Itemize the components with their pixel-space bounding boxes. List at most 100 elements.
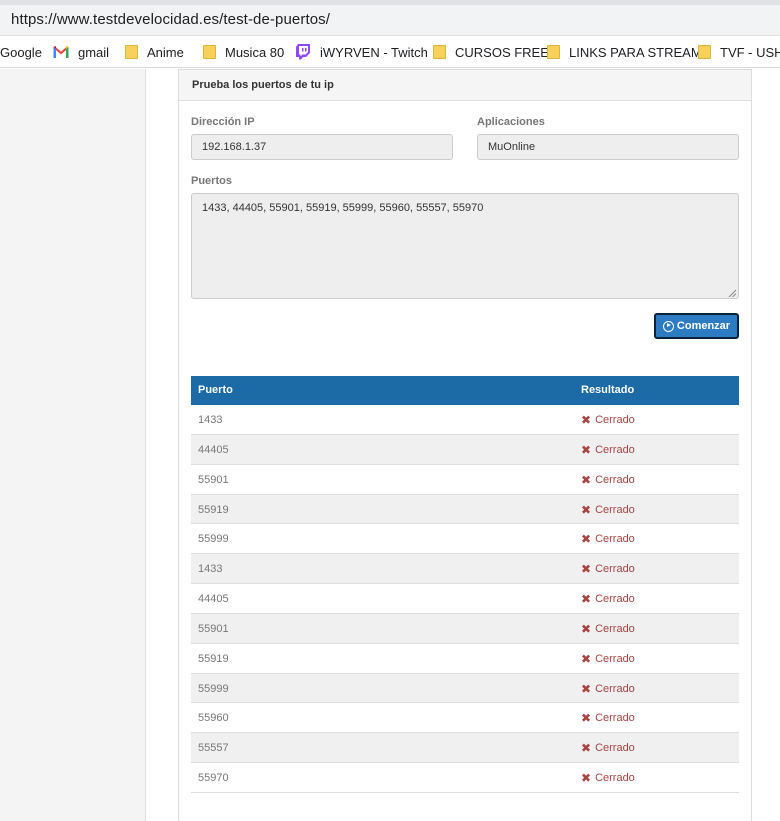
ip-value: 192.168.1.37 bbox=[202, 141, 267, 153]
address-bar[interactable]: https://www.testdevelocidad.es/test-de-p… bbox=[0, 5, 780, 36]
bookmark-google[interactable]: Google bbox=[0, 36, 42, 67]
bookmark-label: gmail bbox=[78, 44, 110, 60]
resize-handle-icon[interactable] bbox=[728, 288, 737, 298]
play-circle-icon bbox=[662, 320, 674, 332]
result-cell: ✖ Cerrado bbox=[581, 444, 635, 456]
bookmark-links-para-stream[interactable]: LINKS PARA STREAM bbox=[547, 36, 702, 67]
result-status: Cerrado bbox=[595, 473, 635, 486]
port-test-panel: Prueba los puertos de tu ip Dirección IP… bbox=[178, 69, 752, 821]
table-row: 55919 ✖ Cerrado bbox=[191, 494, 739, 525]
twitch-icon bbox=[296, 44, 311, 60]
result-status: Cerrado bbox=[595, 682, 635, 695]
bookmark-label: Google bbox=[0, 44, 42, 60]
close-x-icon: ✖ bbox=[581, 711, 592, 726]
port-cell: 55970 bbox=[198, 772, 229, 785]
result-cell: ✖ Cerrado bbox=[581, 623, 635, 635]
bookmark-anime[interactable]: Anime bbox=[125, 36, 184, 67]
port-cell: 55901 bbox=[198, 622, 229, 635]
panel-title: Prueba los puertos de tu ip bbox=[179, 70, 751, 101]
result-cell: ✖ Cerrado bbox=[581, 563, 635, 575]
col-result-header: Resultado bbox=[581, 384, 635, 396]
port-cell: 55919 bbox=[198, 652, 229, 665]
result-status: Cerrado bbox=[595, 414, 635, 426]
bookmark-label: Anime bbox=[147, 44, 184, 60]
bookmark-label: CURSOS FREE bbox=[455, 44, 549, 60]
folder-icon bbox=[203, 45, 216, 59]
table-header: Puerto Resultado bbox=[191, 376, 739, 405]
close-x-icon: ✖ bbox=[581, 771, 592, 786]
result-status: Cerrado bbox=[595, 742, 635, 755]
ip-label: Dirección IP bbox=[191, 116, 255, 128]
result-cell: ✖ Cerrado bbox=[581, 683, 635, 695]
col-port-header: Puerto bbox=[198, 384, 233, 396]
bookmark-cursos-free[interactable]: CURSOS FREE bbox=[433, 36, 549, 67]
bookmark-label: iWYRVEN - Twitch bbox=[320, 44, 428, 60]
result-cell: ✖ Cerrado bbox=[581, 653, 635, 665]
close-x-icon: ✖ bbox=[581, 592, 592, 607]
folder-icon bbox=[547, 45, 560, 59]
port-cell: 55919 bbox=[198, 503, 229, 516]
close-x-icon: ✖ bbox=[581, 651, 592, 666]
result-cell: ✖ Cerrado bbox=[581, 414, 635, 426]
start-button[interactable]: Comenzar bbox=[654, 313, 739, 339]
table-row: 55960 ✖ Cerrado bbox=[191, 703, 739, 734]
result-status: Cerrado bbox=[595, 503, 635, 516]
result-status: Cerrado bbox=[595, 772, 635, 785]
bookmark-label: TVF - USH bbox=[720, 44, 780, 60]
table-row: 44405 ✖ Cerrado bbox=[191, 434, 739, 465]
bookmark-twitch[interactable]: iWYRVEN - Twitch bbox=[296, 36, 428, 67]
result-cell: ✖ Cerrado bbox=[581, 593, 635, 605]
table-row: 1433 ✖ Cerrado bbox=[191, 554, 739, 585]
result-status: Cerrado bbox=[595, 563, 635, 576]
port-cell: 1433 bbox=[198, 414, 223, 426]
table-row: 55999 ✖ Cerrado bbox=[191, 524, 739, 555]
ports-value: 1433, 44405, 55901, 55919, 55999, 55960,… bbox=[202, 202, 484, 214]
port-cell: 55960 bbox=[198, 712, 229, 725]
result-status: Cerrado bbox=[595, 443, 635, 456]
gmail-icon bbox=[53, 45, 69, 59]
close-x-icon: ✖ bbox=[581, 532, 592, 547]
close-x-icon: ✖ bbox=[581, 413, 592, 427]
bookmark-gmail[interactable]: gmail bbox=[53, 36, 110, 67]
result-status: Cerrado bbox=[595, 712, 635, 725]
folder-icon bbox=[125, 45, 138, 59]
close-x-icon: ✖ bbox=[581, 442, 592, 457]
results-table: Puerto Resultado 1433 ✖ Cerrado 44405 ✖ Cerra… bbox=[191, 376, 739, 793]
bookmark-musica-80[interactable]: Musica 80 bbox=[203, 36, 285, 67]
table-row: 55901 ✖ Cerrado bbox=[191, 613, 739, 644]
ip-input[interactable]: 192.168.1.37 bbox=[191, 134, 453, 160]
table-body: 1433 ✖ Cerrado 44405 ✖ Cerrado 55901 ✖ Cerrado 55… bbox=[191, 405, 739, 793]
port-cell: 44405 bbox=[198, 593, 229, 606]
ports-textarea[interactable]: 1433, 44405, 55901, 55919, 55999, 55960,… bbox=[191, 193, 739, 299]
port-cell: 55999 bbox=[198, 533, 229, 546]
bookmarks-bar: Google gmail Anime Musica 80 iWYRVEN - T… bbox=[0, 36, 780, 68]
port-cell: 55999 bbox=[198, 682, 229, 695]
start-button-label: Comenzar bbox=[676, 320, 731, 332]
table-row: 44405 ✖ Cerrado bbox=[191, 584, 739, 614]
close-x-icon: ✖ bbox=[581, 502, 592, 517]
table-row: 1433 ✖ Cerrado bbox=[191, 405, 739, 435]
result-cell: ✖ Cerrado bbox=[581, 712, 635, 724]
url-text[interactable]: https://www.testdevelocidad.es/test-de-p… bbox=[11, 11, 330, 28]
bookmark-label: LINKS PARA STREAM bbox=[569, 44, 702, 60]
close-x-icon: ✖ bbox=[581, 741, 592, 756]
apps-value: MuOnline bbox=[488, 141, 536, 153]
result-cell: ✖ Cerrado bbox=[581, 504, 635, 516]
bookmark-tvf-ush[interactable]: TVF - USH bbox=[698, 36, 780, 67]
close-x-icon: ✖ bbox=[581, 621, 592, 636]
port-cell: 1433 bbox=[198, 563, 223, 576]
left-sidebar bbox=[0, 69, 146, 821]
result-status: Cerrado bbox=[595, 593, 635, 606]
close-x-icon: ✖ bbox=[581, 681, 592, 696]
table-row: 55919 ✖ Cerrado bbox=[191, 644, 739, 674]
table-row: 55970 ✖ Cerrado bbox=[191, 763, 739, 793]
ports-label: Puertos bbox=[191, 175, 232, 187]
folder-icon bbox=[698, 45, 711, 59]
apps-select[interactable]: MuOnline bbox=[477, 134, 739, 160]
bookmark-label: Musica 80 bbox=[225, 44, 285, 60]
port-cell: 55901 bbox=[198, 473, 229, 486]
result-cell: ✖ Cerrado bbox=[581, 742, 635, 754]
port-cell: 55557 bbox=[198, 742, 229, 755]
table-row: 55999 ✖ Cerrado bbox=[191, 673, 739, 704]
result-status: Cerrado bbox=[595, 652, 635, 665]
